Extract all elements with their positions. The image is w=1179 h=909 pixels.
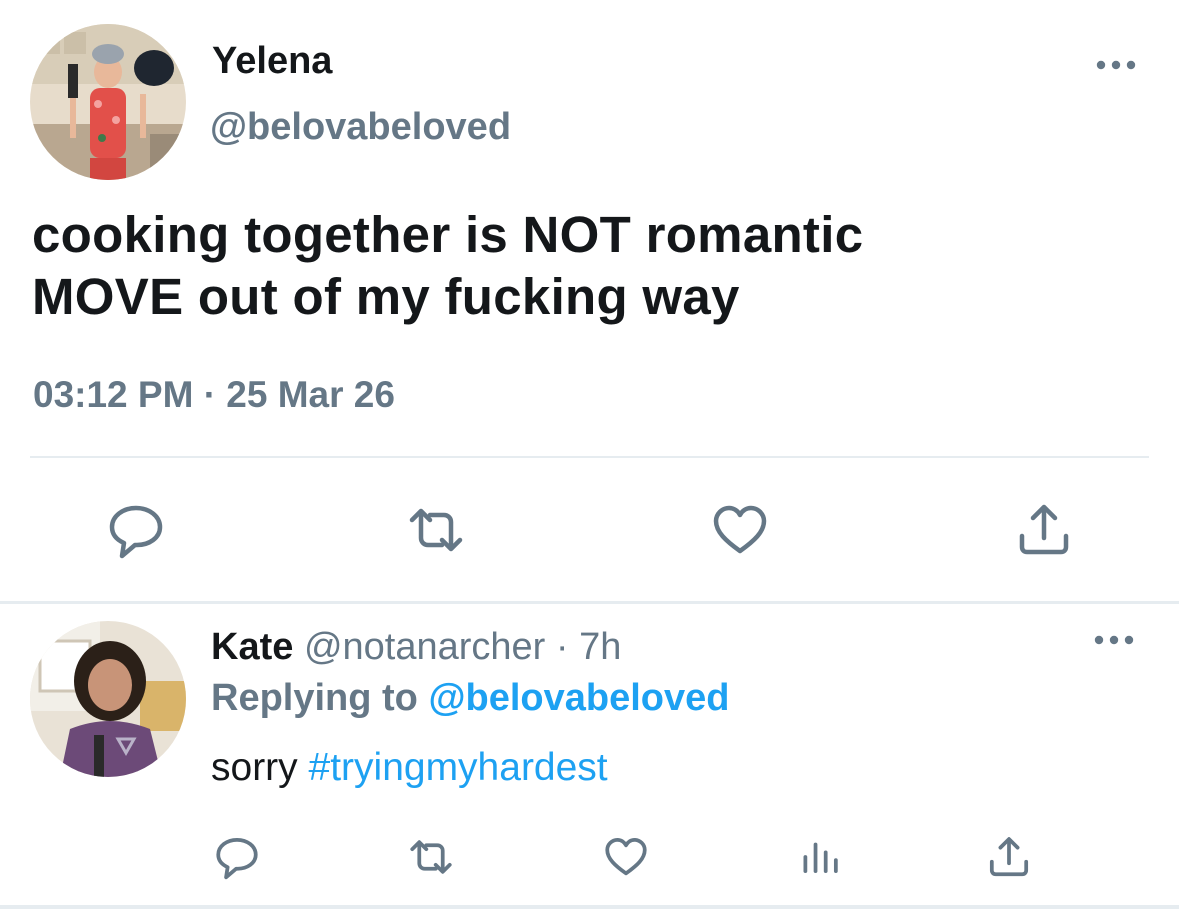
retweet-icon[interactable] [404, 498, 468, 562]
reply-like-icon[interactable] [601, 832, 651, 882]
reply-retweet-icon[interactable] [406, 832, 456, 882]
meta-separator: · [555, 626, 569, 668]
reply-author-avatar[interactable] [30, 621, 186, 777]
bottom-divider [0, 905, 1179, 909]
reply-hashtag[interactable]: #tryingmyhardest [309, 746, 608, 789]
reply-author-handle[interactable]: @notanarcher [304, 626, 545, 668]
author-avatar[interactable] [30, 24, 186, 180]
like-icon[interactable] [708, 498, 772, 562]
reply-icon[interactable] [104, 498, 168, 562]
tweet-separator [0, 601, 1179, 604]
reply-reply-icon[interactable] [212, 832, 262, 882]
tweet-text-line-2: MOVE out of my fucking way [32, 268, 740, 325]
reply-author-name[interactable]: Kate [211, 626, 293, 668]
replying-to: Replying to @belovabeloved [211, 675, 729, 721]
reply-text-body: sorry [211, 746, 298, 789]
replying-to-label: Replying to [211, 677, 418, 719]
author-handle[interactable]: @belovabeloved [210, 104, 511, 150]
reply-header: Kate @notanarcher · 7h [211, 624, 621, 670]
reply-text: sorry #tryingmyhardest [211, 745, 608, 791]
reply-more-options-icon[interactable] [1094, 633, 1134, 647]
tweet-text: cooking together is NOT romantic MOVE ou… [32, 204, 1142, 328]
reply-share-icon[interactable] [984, 832, 1034, 882]
tweet-text-line-1: cooking together is NOT romantic [32, 206, 864, 263]
tweet-timestamp[interactable]: 03:12 PM · 25 Mar 26 [33, 372, 395, 418]
replying-to-mention[interactable]: @belovabeloved [428, 677, 729, 719]
more-options-icon[interactable] [1096, 58, 1136, 72]
author-name[interactable]: Yelena [212, 38, 332, 84]
analytics-icon[interactable] [796, 832, 846, 882]
share-icon[interactable] [1012, 498, 1076, 562]
divider [30, 456, 1149, 458]
reply-age[interactable]: 7h [579, 626, 621, 668]
